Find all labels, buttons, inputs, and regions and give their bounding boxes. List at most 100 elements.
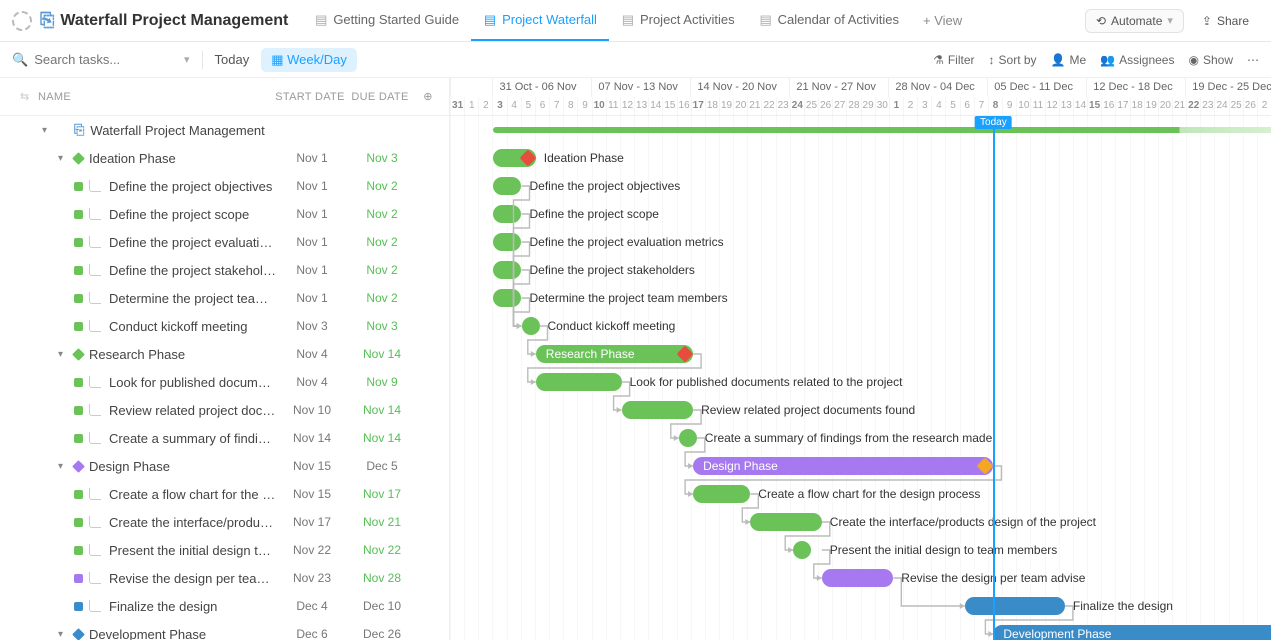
task-row[interactable]: Create the interface/product...Nov 17Nov… <box>0 508 449 536</box>
status-square-icon <box>74 574 83 583</box>
day-header-cell: 10 <box>1016 97 1030 115</box>
bar-label: Create a flow chart for the design proce… <box>758 487 980 501</box>
project-row[interactable]: ▾⎘Waterfall Project Management <box>0 116 449 144</box>
sort-button[interactable]: ↕Sort by <box>989 53 1037 67</box>
phase-row[interactable]: ▾Research PhaseNov 4Nov 14 <box>0 340 449 368</box>
week-header-cell <box>450 78 492 97</box>
task-row[interactable]: Define the project evaluation...Nov 1Nov… <box>0 228 449 256</box>
column-start-header[interactable]: Start Date <box>275 91 345 103</box>
caret-down-icon[interactable]: ▾ <box>58 349 68 360</box>
task-row[interactable]: Create a flow chart for the d...Nov 15No… <box>0 480 449 508</box>
start-date: Nov 1 <box>277 291 347 305</box>
start-date: Dec 6 <box>277 627 347 640</box>
add-view-button[interactable]: + View <box>911 13 974 28</box>
caret-down-icon[interactable]: ▾ <box>42 125 52 136</box>
phase-row[interactable]: ▾Development PhaseDec 6Dec 26 <box>0 620 449 640</box>
gantt-bar[interactable] <box>679 429 697 447</box>
user-icon: 👤 <box>1051 53 1066 67</box>
bar-label: Determine the project team members <box>530 291 728 305</box>
gantt-bar[interactable]: Design Phase <box>693 457 993 475</box>
chevron-down-icon[interactable]: ▾ <box>184 53 190 66</box>
filter-button[interactable]: ⚗Filter <box>933 53 974 67</box>
due-date: Nov 14 <box>347 347 417 361</box>
week-header-cell: 07 Nov - 13 Nov <box>591 78 690 97</box>
mode-toggle[interactable]: ▦ Week/Day <box>261 48 357 72</box>
day-header-cell: 16 <box>677 97 691 115</box>
caret-down-icon[interactable]: ▾ <box>58 629 68 640</box>
column-due-header[interactable]: Due Date <box>345 91 415 103</box>
show-button[interactable]: ◉Show <box>1188 53 1233 67</box>
search-input-wrapper[interactable]: 🔍 <box>12 52 172 68</box>
gantt-bar[interactable] <box>493 261 522 279</box>
task-row[interactable]: Conduct kickoff meetingNov 3Nov 3 <box>0 312 449 340</box>
phase-row[interactable]: ▾Design PhaseNov 15Dec 5 <box>0 452 449 480</box>
summary-bar[interactable] <box>493 127 1271 133</box>
subtask-icon <box>89 544 101 556</box>
due-date: Dec 10 <box>347 599 417 613</box>
task-row[interactable]: Define the project scopeNov 1Nov 2 <box>0 200 449 228</box>
gantt-bar[interactable] <box>750 513 822 531</box>
day-header-cell: 14 <box>1073 97 1087 115</box>
start-date: Nov 10 <box>277 403 347 417</box>
caret-down-icon[interactable]: ▾ <box>58 153 68 164</box>
filter-icon: ⚗ <box>933 53 944 67</box>
gantt-bar[interactable] <box>493 177 522 195</box>
day-header-cell: 7 <box>974 97 988 115</box>
gantt-bar[interactable] <box>693 485 750 503</box>
day-header-cell: 14 <box>648 97 662 115</box>
day-header-cell: 3 <box>492 97 506 115</box>
gantt-bar[interactable] <box>793 541 811 559</box>
today-button[interactable]: Today <box>215 52 250 67</box>
bar-label: Finalize the design <box>1073 599 1173 613</box>
subtask-icon <box>89 572 101 584</box>
tab-project-activities[interactable]: ▤Project Activities <box>609 0 747 41</box>
task-row[interactable]: Look for published documen...Nov 4Nov 9 <box>0 368 449 396</box>
column-name-header[interactable]: NAME <box>38 91 275 103</box>
gantt-bar[interactable] <box>536 373 622 391</box>
add-column-button[interactable]: ⊕ <box>415 90 441 103</box>
day-header-cell: 2 <box>1257 97 1271 115</box>
task-row[interactable]: Define the project stakehold...Nov 1Nov … <box>0 256 449 284</box>
assignees-button[interactable]: 👥Assignees <box>1100 53 1174 67</box>
task-row[interactable]: Present the initial design to t...Nov 22… <box>0 536 449 564</box>
phase-diamond-icon <box>72 348 85 361</box>
task-row[interactable]: Finalize the designDec 4Dec 10 <box>0 592 449 620</box>
tab-project-waterfall[interactable]: ▤Project Waterfall <box>471 0 609 41</box>
gantt-bar[interactable] <box>822 569 894 587</box>
task-row[interactable]: Review related project docu...Nov 10Nov … <box>0 396 449 424</box>
gantt-bar[interactable] <box>493 233 522 251</box>
gantt-bar[interactable] <box>493 205 522 223</box>
gantt-bar[interactable] <box>493 289 522 307</box>
share-button[interactable]: ⇪Share <box>1192 10 1259 32</box>
me-button[interactable]: 👤Me <box>1051 53 1087 67</box>
caret-down-icon[interactable]: ▾ <box>58 461 68 472</box>
task-name: Review related project docu... <box>109 403 277 418</box>
status-square-icon <box>74 434 83 443</box>
due-date: Nov 2 <box>347 291 417 305</box>
gantt-bar[interactable] <box>522 317 540 335</box>
gantt-bar[interactable]: Development Phase <box>993 625 1271 640</box>
gantt-bar[interactable]: Research Phase <box>536 345 693 363</box>
search-input[interactable] <box>34 52 172 67</box>
bar-label: Design Phase <box>693 459 788 473</box>
task-row[interactable]: Revise the design per team a...Nov 23Nov… <box>0 564 449 592</box>
subtask-icon <box>89 264 101 276</box>
bar-label: Create a summary of findings from the re… <box>705 431 992 445</box>
tab-calendar-of-activities[interactable]: ▤Calendar of Activities <box>747 0 911 41</box>
day-header-cell: 4 <box>507 97 521 115</box>
automate-button[interactable]: ⟲Automate▾ <box>1085 9 1184 33</box>
start-date: Nov 3 <box>277 319 347 333</box>
task-row[interactable]: Create a summary of finding...Nov 14Nov … <box>0 424 449 452</box>
tab-getting-started-guide[interactable]: ▤Getting Started Guide <box>302 0 471 41</box>
phase-row[interactable]: ▾Ideation PhaseNov 1Nov 3 <box>0 144 449 172</box>
status-square-icon <box>74 378 83 387</box>
reorder-icon[interactable]: ⇆ <box>20 90 34 104</box>
task-name: Present the initial design to t... <box>109 543 277 558</box>
app-settings-icon[interactable] <box>12 11 32 31</box>
task-row[interactable]: Determine the project team ...Nov 1Nov 2 <box>0 284 449 312</box>
task-row[interactable]: Define the project objectivesNov 1Nov 2 <box>0 172 449 200</box>
more-icon[interactable]: ⋯ <box>1247 53 1259 67</box>
day-header-cell: 29 <box>861 97 875 115</box>
gantt-bar[interactable] <box>622 401 694 419</box>
gantt-bar[interactable] <box>965 597 1065 615</box>
